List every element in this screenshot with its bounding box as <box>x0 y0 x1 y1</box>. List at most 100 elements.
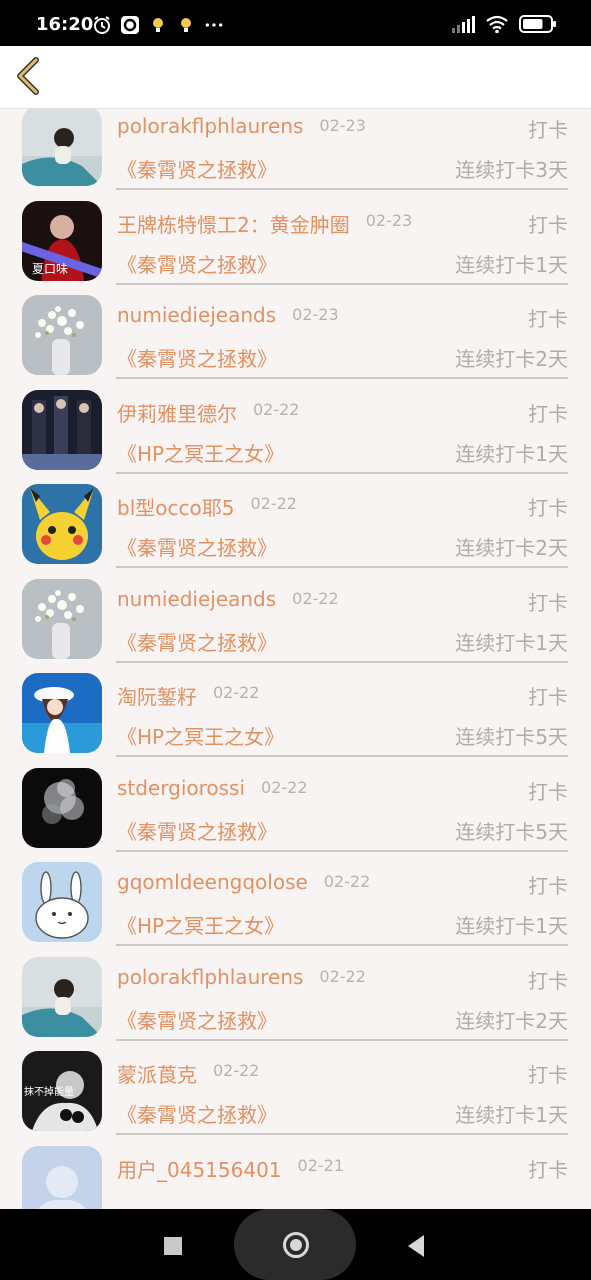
checkin-list-inner: polorakflphlaurens 02-23 打卡 《秦霄贤之拯救》 连续打卡3天 … <box>0 108 591 1209</box>
bulb-icon <box>153 18 163 32</box>
divider <box>116 944 568 946</box>
back-button[interactable] <box>10 56 50 96</box>
checkin-date: 02-23 <box>365 210 413 230</box>
checkin-date: 02-22 <box>252 399 300 419</box>
streak-label: 连续打卡5天 <box>455 819 568 844</box>
avatar[interactable] <box>22 484 102 564</box>
checkin-date: 02-22 <box>212 683 260 702</box>
user-name[interactable]: 王牌栋特憬工2：黄金肿圈 <box>117 209 350 238</box>
book-title[interactable]: 《秦霄贤之拯救》 <box>117 154 277 183</box>
back-nav-button[interactable] <box>408 1235 424 1257</box>
book-title[interactable]: 《HP之冥王之女》 <box>117 438 284 467</box>
book-title[interactable]: 《秦霄贤之拯救》 <box>117 343 277 372</box>
checkin-label: 打卡 <box>528 685 568 709</box>
book-title[interactable]: 《秦霄贤之拯救》 <box>117 1099 277 1128</box>
checkin-label: 打卡 <box>528 496 568 520</box>
user-name[interactable]: stdergiorossi <box>117 776 245 800</box>
avatar[interactable] <box>22 108 102 186</box>
user-name[interactable]: 蒙派莨克 <box>117 1059 197 1088</box>
divider <box>116 188 568 190</box>
streak-label: 连续打卡2天 <box>455 1008 568 1033</box>
divider <box>116 755 568 757</box>
book-title[interactable]: 《秦霄贤之拯救》 <box>117 1005 277 1034</box>
list-item[interactable]: stdergiorossi 02-22 打卡 《秦霄贤之拯救》 连续打卡5天 <box>0 767 591 863</box>
checkin-date: 02-21 <box>297 1155 345 1175</box>
list-item[interactable]: 用户_045156401 02-21 打卡 <box>0 1145 591 1209</box>
book-title[interactable]: 《秦霄贤之拯救》 <box>117 249 277 278</box>
battery-icon <box>519 15 556 33</box>
divider <box>116 660 568 663</box>
book-title[interactable]: 《秦霄贤之拯救》 <box>117 532 277 561</box>
list-item[interactable]: gqomldeengqolose 02-22 打卡《HP之冥王之女》 连续打卡1天 <box>0 862 591 957</box>
list-item[interactable]: 夏口味 王牌栋特憬工2：黄金肿圈 02-23 打卡 《秦霄贤之拯救》 连续打卡1天 <box>0 200 591 296</box>
checkin-date: 02-22 <box>319 966 366 986</box>
user-name[interactable]: numiediejeands <box>117 587 276 611</box>
streak-label: 连续打卡1天 <box>455 252 568 277</box>
list-item[interactable]: polorakflphlaurens 02-22 打卡《秦霄贤之拯救》 连续打卡2天 <box>0 956 591 1052</box>
status-system-icons <box>451 14 557 34</box>
book-title[interactable]: 《HP之冥王之女》 <box>117 721 284 750</box>
user-name[interactable]: gqomldeengqolose <box>117 870 308 894</box>
avatar[interactable] <box>22 578 102 659</box>
user-name[interactable]: 伊莉雅里德尔 <box>117 398 237 427</box>
checkin-label: 打卡 <box>528 874 568 898</box>
user-name[interactable]: polorakflphlaurens <box>117 114 303 138</box>
streak-label: 连续打卡2天 <box>455 536 568 560</box>
avatar[interactable] <box>22 767 102 848</box>
list-item[interactable]: polorakflphlaurens 02-23 打卡 《秦霄贤之拯救》 连续打卡3天 <box>0 108 591 201</box>
checkin-list[interactable]: polorakflphlaurens 02-23 打卡 《秦霄贤之拯救》 连续打卡3天 … <box>0 108 591 1209</box>
user-name[interactable]: numiediejeands <box>117 303 276 327</box>
avatar[interactable] <box>22 389 102 470</box>
checkin-label: 打卡 <box>528 1063 568 1087</box>
streak-label: 连续打卡1天 <box>455 441 568 466</box>
avatar[interactable]: 抹不掉能量 <box>22 1051 102 1131</box>
avatar[interactable] <box>22 862 102 942</box>
checkin-date: 02-23 <box>319 116 366 135</box>
list-item[interactable]: bl型occo耶5 02-22 打卡《秦霄贤之拯救》 连续打卡2天 <box>0 484 591 579</box>
user-name[interactable]: polorakflphlaurens <box>117 965 303 989</box>
checkin-date: 02-22 <box>250 494 297 513</box>
app-root: 16:20 polorakflphlaurens 02-23 打卡 《秦霄贤之拯… <box>0 0 591 1280</box>
checkin-label: 打卡 <box>528 968 568 993</box>
recent-apps-button[interactable] <box>164 1237 182 1255</box>
divider <box>116 566 568 568</box>
alarm-icon <box>94 16 110 34</box>
wifi-icon <box>486 15 508 34</box>
divider <box>116 849 568 852</box>
list-item[interactable]: 淘阮錾籽 02-22 打卡 《HP之冥王之女》 连续打卡5天 <box>0 673 591 768</box>
streak-label: 连续打卡1天 <box>455 630 568 655</box>
user-name[interactable]: 淘阮錾籽 <box>117 681 197 710</box>
checkin-label: 打卡 <box>528 118 568 142</box>
streak-label: 连续打卡2天 <box>455 347 568 371</box>
avatar[interactable] <box>22 673 102 753</box>
divider <box>116 1038 568 1041</box>
divider <box>116 1133 568 1135</box>
list-item[interactable]: 伊莉雅里德尔 02-22 打卡《HP之冥王之女》 连续打卡1天 <box>0 389 591 485</box>
more-dots-icon <box>205 23 223 27</box>
list-item[interactable]: numiediejeands 02-22 打卡 《秦霄贤之拯救》 连续打卡1天 <box>0 578 591 674</box>
avatar[interactable] <box>22 1145 102 1209</box>
signal-icon <box>452 16 475 33</box>
avatar[interactable] <box>22 956 102 1037</box>
list-item[interactable]: numiediejeands 02-23 打卡《秦霄贤之拯救》 连续打卡2天 <box>0 295 591 390</box>
list-item[interactable]: 抹不掉能量 蒙派莨克 02-22 打卡 《秦霄贤之拯救》 连续打卡1天 <box>0 1051 591 1146</box>
checkin-label: 打卡 <box>528 307 568 331</box>
avatar[interactable] <box>22 295 102 375</box>
checkin-label: 打卡 <box>528 401 568 426</box>
app-header <box>0 46 591 109</box>
home-button[interactable] <box>283 1232 309 1258</box>
book-title[interactable]: 《秦霄贤之拯救》 <box>117 627 277 656</box>
avatar[interactable]: 夏口味 <box>22 200 102 281</box>
book-title[interactable]: 《秦霄贤之拯救》 <box>117 816 277 845</box>
system-nav-bar <box>0 1209 591 1280</box>
divider <box>116 471 568 474</box>
checkin-date: 02-22 <box>261 777 308 797</box>
checkin-date: 02-23 <box>292 305 339 324</box>
book-title[interactable]: 《HP之冥王之女》 <box>117 910 284 939</box>
status-notification-icons <box>92 14 224 36</box>
streak-label: 连续打卡1天 <box>455 914 568 938</box>
checkin-date: 02-22 <box>323 872 371 891</box>
svg-text:夏口味: 夏口味 <box>32 262 68 276</box>
user-name[interactable]: bl型occo耶5 <box>117 492 234 521</box>
user-name[interactable]: 用户_045156401 <box>117 1154 282 1183</box>
